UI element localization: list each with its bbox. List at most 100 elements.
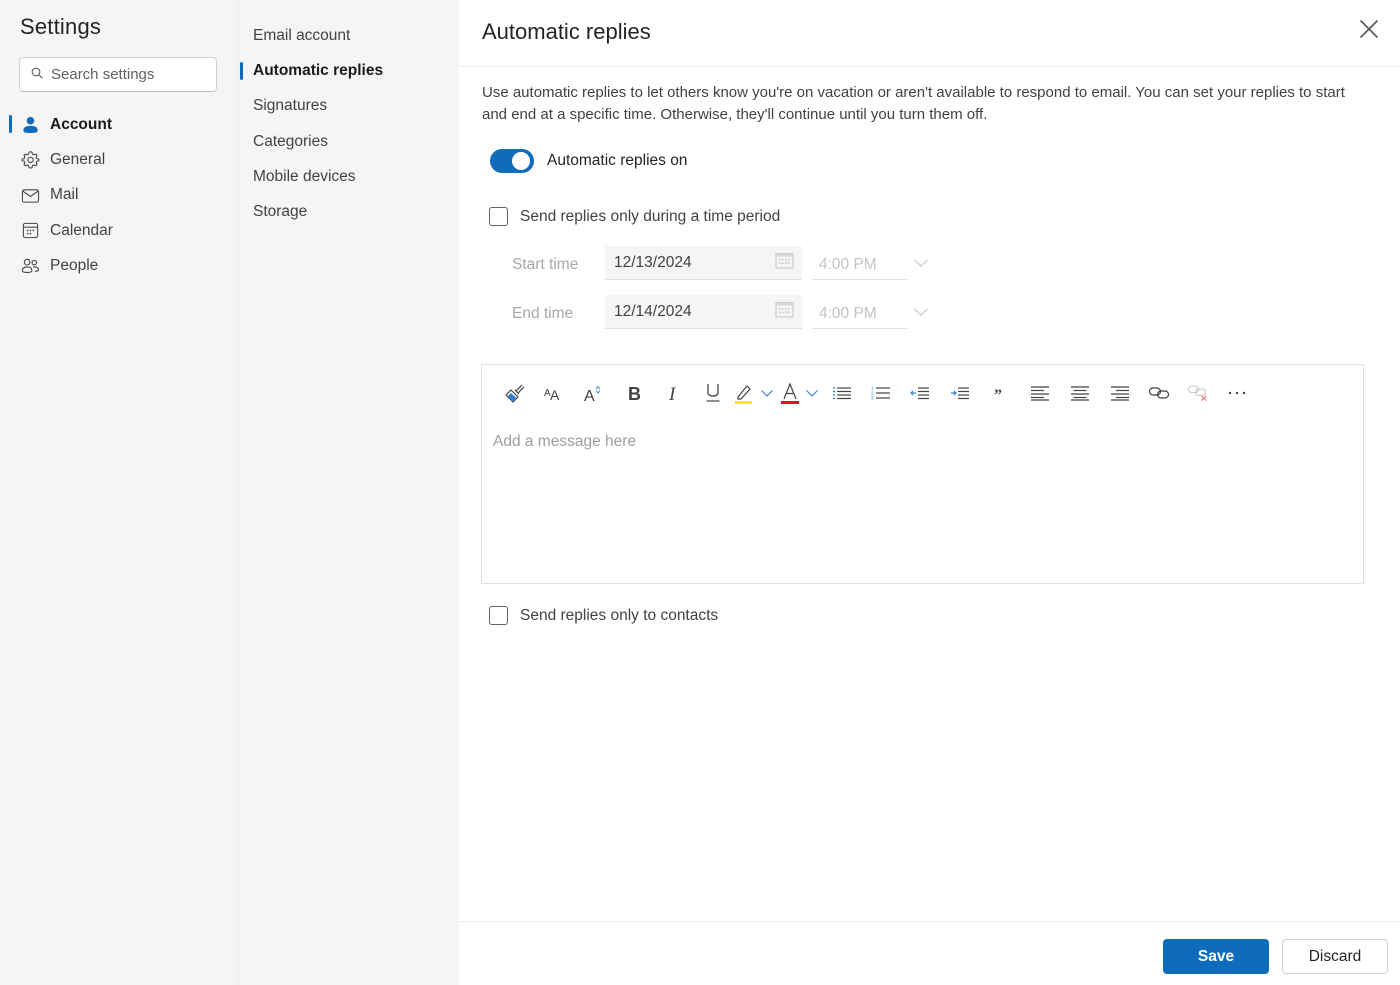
contacts-only-checkbox[interactable] bbox=[489, 606, 508, 625]
nav-item-account[interactable]: Account bbox=[0, 107, 238, 142]
subnav-storage[interactable]: Storage bbox=[239, 194, 460, 229]
subnav-label: Signatures bbox=[253, 97, 328, 115]
checkbox-label: Send replies only during a time period bbox=[520, 207, 781, 225]
message-editor[interactable]: AA A B I 1 2 3 ” Add a message here bbox=[481, 364, 1364, 584]
svg-text:”: ” bbox=[994, 387, 1002, 400]
subnav-mobile-devices[interactable]: Mobile devices bbox=[239, 159, 460, 194]
nav-item-label: People bbox=[50, 256, 99, 274]
link-icon bbox=[1148, 385, 1170, 401]
align-left-button[interactable] bbox=[1020, 379, 1060, 407]
end-date-value: 12/14/2024 bbox=[614, 302, 692, 320]
formatting-toolbar: AA A B I 1 2 3 ” bbox=[496, 379, 1256, 407]
nav-item-calendar[interactable]: Calendar bbox=[0, 213, 238, 248]
format-painter-button[interactable] bbox=[496, 379, 534, 407]
subnav-email-account[interactable]: Email account bbox=[239, 18, 460, 53]
end-time-dropdown[interactable]: 4:00 PM bbox=[812, 295, 907, 329]
calendar-icon[interactable] bbox=[775, 301, 794, 323]
automatic-replies-toggle[interactable] bbox=[490, 149, 534, 173]
secondary-nav: Email account Automatic replies Signatur… bbox=[239, 18, 460, 230]
search-settings-box[interactable] bbox=[19, 57, 217, 92]
chevron-down-icon bbox=[760, 389, 774, 398]
align-center-button[interactable] bbox=[1060, 379, 1100, 407]
selection-indicator bbox=[240, 62, 243, 81]
more-options-button[interactable] bbox=[1218, 379, 1256, 407]
start-time-label: Start time bbox=[512, 256, 579, 273]
selection-indicator bbox=[9, 115, 12, 133]
nav-item-label: General bbox=[50, 150, 106, 168]
end-time-row: End time 12/14/2024 4:00 PM bbox=[512, 295, 929, 329]
remove-link-button[interactable] bbox=[1178, 379, 1218, 407]
subnav-label: Email account bbox=[253, 26, 351, 44]
description-text: Use automatic replies to let others know… bbox=[482, 84, 1345, 123]
insert-link-button[interactable] bbox=[1140, 379, 1178, 407]
subnav-label: Mobile devices bbox=[253, 167, 356, 185]
subnav-label: Categories bbox=[253, 132, 328, 150]
align-left-icon bbox=[1030, 385, 1050, 401]
search-icon bbox=[31, 66, 43, 84]
increase-indent-button[interactable] bbox=[940, 379, 980, 407]
nav-item-label: Calendar bbox=[50, 221, 113, 239]
nav-item-general[interactable]: General bbox=[0, 142, 238, 177]
message-placeholder: Add a message here bbox=[493, 433, 637, 450]
nav-item-people[interactable]: People bbox=[0, 248, 238, 283]
contacts-only-checkbox-row[interactable]: Send replies only to contacts bbox=[489, 606, 718, 625]
start-date-value: 12/13/2024 bbox=[614, 253, 692, 271]
pane-header: Automatic replies bbox=[459, 0, 1400, 67]
time-period-checkbox-row[interactable]: Send replies only during a time period bbox=[489, 207, 780, 226]
nav-item-label: Account bbox=[50, 115, 112, 133]
settings-title: Settings bbox=[20, 14, 102, 39]
search-settings-input[interactable] bbox=[51, 66, 211, 83]
toggle-knob bbox=[512, 152, 530, 170]
settings-sidebar: Settings Account General Mail bbox=[0, 0, 238, 985]
time-period-checkbox[interactable] bbox=[489, 207, 508, 226]
svg-text:I: I bbox=[668, 384, 677, 403]
unlink-icon bbox=[1187, 384, 1209, 402]
underline-icon bbox=[704, 382, 722, 404]
people-icon bbox=[21, 256, 40, 275]
start-time-row: Start time 12/13/2024 4:00 PM bbox=[512, 246, 929, 280]
subnav-signatures[interactable]: Signatures bbox=[239, 89, 460, 124]
chevron-down-icon[interactable] bbox=[913, 304, 929, 316]
subnav-label: Storage bbox=[253, 203, 308, 221]
toggle-label: Automatic replies on bbox=[547, 152, 688, 169]
font-color-dropdown-button[interactable] bbox=[802, 379, 822, 407]
close-button[interactable] bbox=[1355, 17, 1383, 45]
align-right-icon bbox=[1110, 385, 1130, 401]
svg-text:A: A bbox=[550, 387, 560, 403]
end-date-picker[interactable]: 12/14/2024 bbox=[605, 295, 802, 329]
highlight-dropdown-button[interactable] bbox=[756, 379, 778, 407]
start-time-value: 4:00 PM bbox=[819, 255, 877, 273]
subnav-automatic-replies[interactable]: Automatic replies bbox=[239, 53, 460, 88]
font-size-button[interactable]: AA bbox=[534, 379, 574, 407]
numbering-button[interactable]: 123 bbox=[862, 379, 900, 407]
calendar-icon[interactable] bbox=[775, 252, 794, 274]
bold-icon: B bbox=[626, 383, 642, 403]
decrease-indent-button[interactable] bbox=[900, 379, 940, 407]
start-date-picker[interactable]: 12/13/2024 bbox=[605, 246, 802, 280]
grow-font-button[interactable]: A bbox=[574, 379, 614, 407]
subnav-categories[interactable]: Categories bbox=[239, 124, 460, 159]
footer-divider bbox=[459, 921, 1400, 922]
person-icon bbox=[21, 115, 40, 134]
svg-text:3: 3 bbox=[871, 396, 874, 401]
end-time-value: 4:00 PM bbox=[819, 304, 877, 322]
font-color-button[interactable] bbox=[778, 379, 802, 407]
save-button[interactable]: Save bbox=[1163, 939, 1269, 974]
align-right-button[interactable] bbox=[1100, 379, 1140, 407]
chevron-down-icon[interactable] bbox=[913, 255, 929, 267]
underline-button[interactable] bbox=[694, 379, 732, 407]
primary-nav: Account General Mail Calendar People bbox=[0, 107, 238, 283]
discard-button[interactable]: Discard bbox=[1282, 939, 1388, 974]
font-size-icon: AA bbox=[543, 383, 565, 403]
nav-item-mail[interactable]: Mail bbox=[0, 178, 238, 213]
bold-button[interactable]: B bbox=[614, 379, 654, 407]
italic-button[interactable]: I bbox=[654, 379, 694, 407]
automatic-replies-pane: Automatic replies Use automatic replies … bbox=[459, 0, 1400, 985]
bullets-button[interactable] bbox=[822, 379, 862, 407]
highlight-button[interactable] bbox=[732, 379, 756, 407]
start-time-dropdown[interactable]: 4:00 PM bbox=[812, 246, 907, 280]
page-title: Automatic replies bbox=[482, 19, 651, 44]
checkbox-label: Send replies only to contacts bbox=[520, 606, 719, 624]
quote-button[interactable]: ” bbox=[980, 379, 1020, 407]
chevron-down-icon bbox=[805, 389, 819, 398]
